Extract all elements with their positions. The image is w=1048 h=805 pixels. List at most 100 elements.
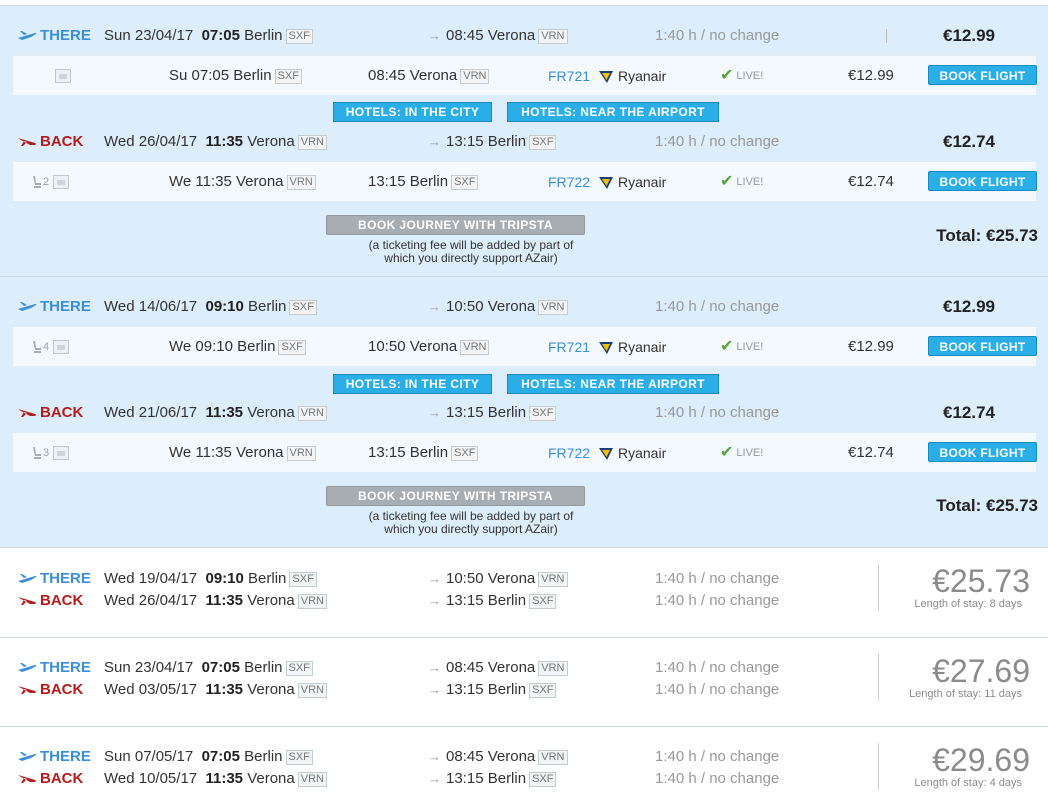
airport-code: VRN (460, 69, 490, 84)
segment-price: €12.99 (848, 338, 894, 355)
check-icon: ✔ (720, 67, 734, 84)
airport-code: VRN (286, 446, 316, 461)
result-card[interactable]: THERE Wed 19/04/17 09:10 Berlin SXF → 10:… (0, 547, 1048, 637)
airport-code: SXF (529, 594, 557, 609)
airport-code: SXF (451, 175, 479, 190)
back-departure: Wed 26/04/17 11:35 Verona VRN (104, 131, 327, 153)
there-arrival: 10:50 Verona VRN (446, 296, 568, 318)
back-segment: 3 We 11:35 Verona VRN 13:15 Berlin SXF FR7… (13, 432, 1037, 472)
length-of-stay: Length of stay: 4 days (914, 777, 1022, 789)
arrow-right-icon: → (428, 134, 441, 149)
result-card[interactable]: THERE Sun 07/05/17 07:05 Berlin SXF → 08:… (0, 726, 1048, 805)
back-duration: 1:40 h / no change (655, 770, 780, 787)
ryanair-harp-icon (599, 448, 613, 461)
hotels-airport-button[interactable]: HOTELS: NEAR THE AIRPORT (507, 374, 719, 394)
back-departure: Wed 26/04/17 11:35 Verona VRN (104, 590, 327, 612)
arrow-right-icon: → (428, 571, 441, 586)
hotels-city-button[interactable]: HOTELS: IN THE CITY (333, 374, 492, 394)
back-duration: 1:40 h / no change (655, 592, 780, 609)
price-amount: €27.69 (932, 653, 1030, 689)
airport-code: SXF (285, 29, 313, 44)
book-flight-button[interactable]: BOOK FLIGHT (928, 336, 1037, 356)
there-segment: 4 We 09:10 Berlin SXF 10:50 Verona VRN FR7… (13, 326, 1037, 366)
journey-price: €27.69 Length of stay: 11 days (878, 654, 1030, 701)
plane-takeoff-icon (18, 301, 37, 311)
airport-code: SXF (278, 340, 306, 355)
book-flight-button[interactable]: BOOK FLIGHT (928, 65, 1037, 85)
book-journey-button[interactable]: BOOK JOURNEY WITH TRIPSTA (326, 486, 585, 506)
there-label: THERE (17, 746, 91, 768)
length-of-stay: Length of stay: 11 days (909, 688, 1022, 700)
back-price: €12.74 (943, 403, 995, 422)
ticketing-fee-note: (a ticketing fee will be added by part o… (368, 238, 574, 265)
airport-code: SXF (285, 661, 313, 676)
ticketing-fee-note: (a ticketing fee will be added by part o… (368, 509, 574, 536)
book-journey-button[interactable]: BOOK JOURNEY WITH TRIPSTA (326, 215, 585, 235)
airport-code: SXF (529, 683, 557, 698)
there-row[interactable]: THERE Sun 23/04/17 07:05 Berlin SXF → 08:… (0, 25, 1048, 47)
segment-icons (31, 65, 81, 87)
there-departure: Sun 23/04/17 07:05 Berlin SXF (104, 657, 313, 679)
segment-departure: We 09:10 Berlin SXF (169, 336, 306, 358)
live-status: ✔ LIVE! (720, 173, 764, 190)
plane-takeoff-icon (18, 30, 37, 40)
back-duration: 1:40 h / no change (655, 404, 780, 421)
book-flight-button[interactable]: BOOK FLIGHT (928, 442, 1037, 462)
back-arrival: 13:15 Berlin SXF (446, 679, 557, 701)
seat-icon: 4 (31, 336, 49, 358)
airport-code: VRN (460, 340, 490, 355)
check-icon: ✔ (720, 173, 734, 190)
book-flight-button[interactable]: BOOK FLIGHT (928, 171, 1037, 191)
arrow-right-icon: → (428, 749, 441, 764)
plane-landing-icon (18, 685, 36, 694)
back-row[interactable]: BACK Wed 26/04/17 11:35 Verona VRN → 13:1… (0, 131, 1048, 153)
back-departure: Wed 21/06/17 11:35 Verona VRN (104, 402, 327, 424)
image-placeholder-icon (55, 69, 72, 84)
segment-arrival: 08:45 Verona VRN (368, 65, 490, 87)
back-arrival: 13:15 Berlin SXF (446, 590, 557, 612)
back-arrival: 13:15 Berlin SXF (446, 131, 557, 153)
flight-number-link[interactable]: FR722 (548, 171, 590, 193)
journey-price: €29.69 Length of stay: 4 days (878, 743, 1030, 790)
arrow-right-icon: → (428, 682, 441, 697)
there-price: €12.99 (943, 297, 995, 316)
back-label: BACK (17, 679, 83, 701)
result-card[interactable]: THERE Sun 23/04/17 07:05 Berlin SXF → 08:… (0, 637, 1048, 726)
there-departure: Sun 07/05/17 07:05 Berlin SXF (104, 746, 313, 768)
hotels-city-button[interactable]: HOTELS: IN THE CITY (333, 102, 492, 122)
airport-code: VRN (538, 300, 568, 315)
airport-code: VRN (297, 135, 327, 150)
segment-arrival: 13:15 Berlin SXF (368, 442, 479, 464)
plane-takeoff-icon (18, 662, 37, 672)
hotels-airport-button[interactable]: HOTELS: NEAR THE AIRPORT (507, 102, 719, 122)
ryanair-harp-icon (599, 342, 613, 355)
there-arrival: 08:45 Verona VRN (446, 25, 568, 47)
airport-code: SXF (274, 69, 302, 84)
there-arrival: 08:45 Verona VRN (446, 657, 568, 679)
airline: Ryanair (598, 171, 666, 193)
there-duration: 1:40 h / no change (655, 570, 780, 587)
flight-number-link[interactable]: FR722 (548, 442, 590, 464)
flight-number-link[interactable]: FR721 (548, 336, 590, 358)
there-departure: Wed 14/06/17 09:10 Berlin SXF (104, 296, 317, 318)
there-arrival: 08:45 Verona VRN (446, 746, 568, 768)
there-row[interactable]: THERE Wed 14/06/17 09:10 Berlin SXF → 10:… (0, 296, 1048, 318)
there-label: THERE (17, 657, 91, 679)
there-label: THERE (17, 25, 91, 47)
back-arrival: 13:15 Berlin SXF (446, 768, 557, 790)
result-card[interactable]: THERE Wed 14/06/17 09:10 Berlin SXF → 10:… (0, 276, 1048, 547)
flight-number-link[interactable]: FR721 (548, 65, 590, 87)
back-duration: 1:40 h / no change (655, 681, 780, 698)
airport-code: VRN (297, 406, 327, 421)
journey-total: Total: €25.73 (936, 226, 1038, 245)
image-placeholder-icon (53, 340, 70, 355)
there-departure: Sun 23/04/17 07:05 Berlin SXF (104, 25, 313, 47)
airport-code: SXF (529, 772, 557, 787)
there-label: THERE (17, 568, 91, 590)
airport-code: VRN (538, 750, 568, 765)
back-row[interactable]: BACK Wed 21/06/17 11:35 Verona VRN → 13:1… (0, 402, 1048, 424)
result-card[interactable]: THERE Sun 23/04/17 07:05 Berlin SXF → 08:… (0, 5, 1048, 276)
plane-landing-icon (18, 596, 36, 605)
airport-code: SXF (529, 135, 557, 150)
arrow-right-icon: → (428, 660, 441, 675)
